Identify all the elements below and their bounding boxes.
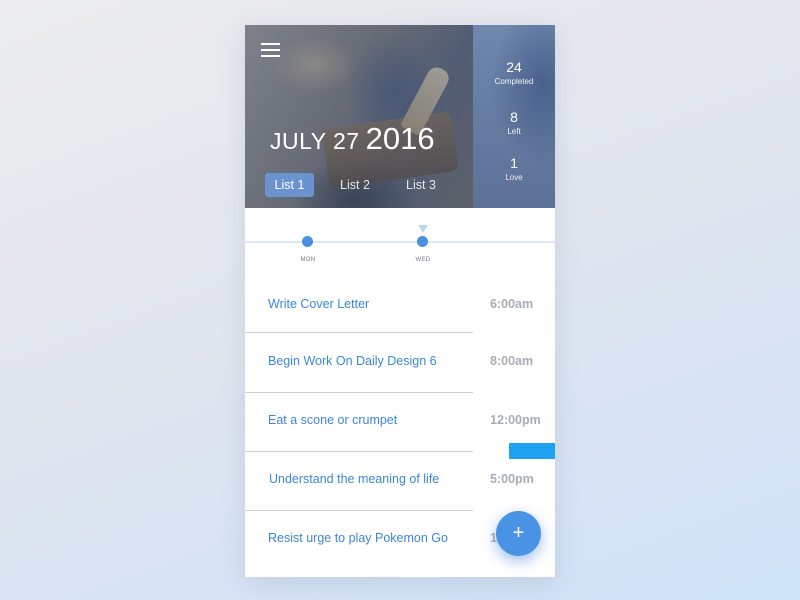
task-title[interactable]: Begin Work On Daily Design 6 (268, 354, 437, 368)
header-date: JULY 27 2016 (270, 121, 435, 157)
task-title[interactable]: Write Cover Letter (268, 297, 369, 311)
date-month-day: JULY 27 (270, 128, 360, 154)
task-title[interactable]: Understand the meaning of life (269, 472, 439, 486)
tab-list-3[interactable]: List 3 (397, 173, 445, 197)
tab-list-2[interactable]: List 2 (331, 173, 379, 197)
divider (245, 451, 473, 452)
header: JULY 27 2016 List 1 List 2 List 3 24 Comp… (245, 25, 555, 208)
task-time: 8:00am (490, 354, 534, 368)
task-time: 5:00pm (490, 472, 534, 486)
date-year: 2016 (365, 121, 435, 156)
list-item[interactable]: Understand the meaning of life 5:00pm (245, 462, 555, 520)
selected-day-marker-icon (418, 225, 428, 233)
task-title[interactable]: Eat a scone or crumpet (268, 413, 397, 427)
stat-left: 8 Left (473, 109, 555, 137)
hamburger-menu-icon[interactable] (261, 41, 281, 59)
timeline-dot-wed[interactable] (417, 236, 428, 247)
task-title[interactable]: Resist urge to play Pokemon Go (268, 531, 448, 545)
app-window: JULY 27 2016 List 1 List 2 List 3 24 Comp… (245, 25, 555, 577)
add-task-button[interactable]: + (496, 511, 541, 556)
timeline-dot-mon[interactable] (302, 236, 313, 247)
divider (245, 332, 473, 333)
timeline-track (245, 241, 555, 243)
timeline-label-wed: WED (415, 257, 431, 263)
list-item[interactable]: Begin Work On Daily Design 6 8:00am (245, 344, 555, 402)
timeline-label-mon: MON (300, 257, 316, 263)
stat-completed: 24 Completed (473, 59, 555, 87)
divider (245, 392, 473, 393)
list-item[interactable]: Write Cover Letter 6:00am (245, 287, 555, 345)
current-time-indicator (509, 443, 555, 459)
divider (245, 510, 473, 511)
stat-completed-value: 24 (506, 59, 522, 75)
plus-icon: + (512, 522, 525, 544)
tab-list-1[interactable]: List 1 (265, 173, 314, 197)
task-time: 12:00pm (490, 413, 541, 427)
task-time: 6:00am (490, 297, 534, 311)
stat-left-label: Left (507, 127, 521, 136)
stat-love-label: Love (505, 173, 523, 182)
stat-love-value: 1 (510, 155, 518, 171)
stat-love: 1 Love (473, 155, 555, 183)
stat-completed-label: Completed (494, 77, 534, 86)
stat-left-value: 8 (510, 109, 518, 125)
